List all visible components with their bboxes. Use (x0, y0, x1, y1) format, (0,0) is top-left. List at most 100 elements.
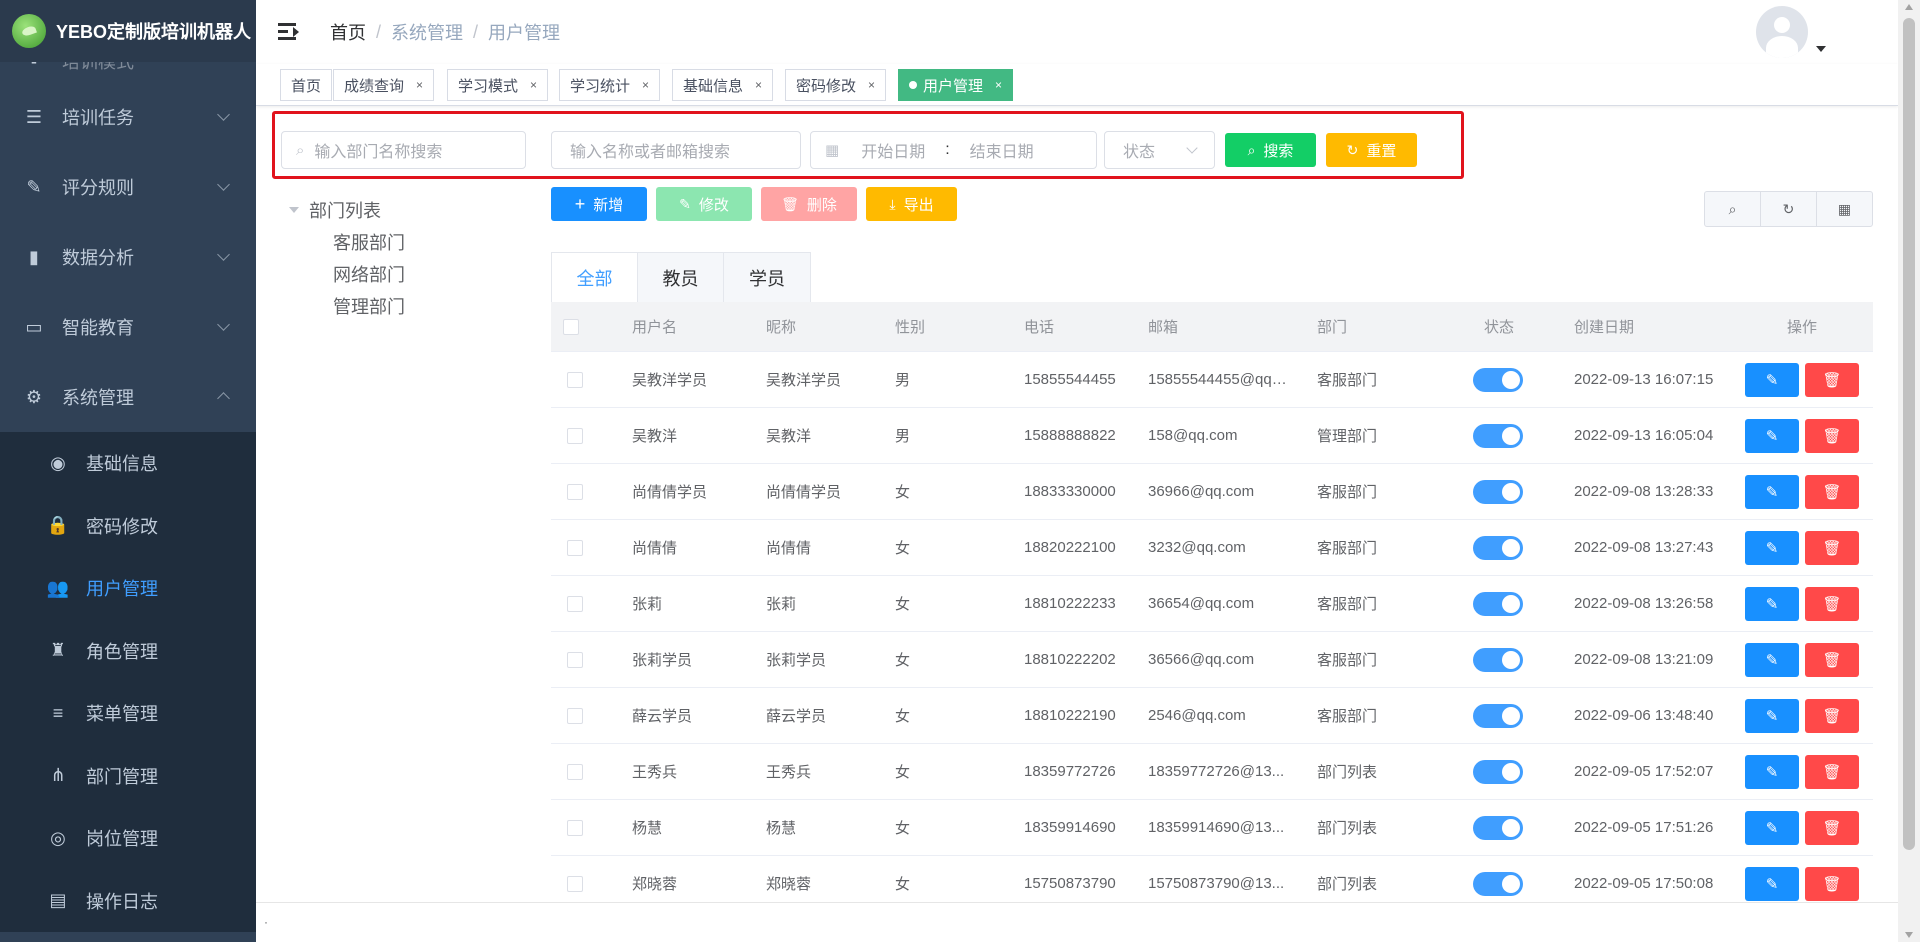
sidebar-subitem[interactable]: 👥 用户管理 (0, 557, 256, 620)
row-edit-button[interactable]: ✎ (1745, 587, 1799, 621)
table-row[interactable]: 尚倩倩 尚倩倩 女 18820222100 3232@qq.com 客服部门 2022-09… (551, 520, 1873, 576)
row-checkbox[interactable] (567, 876, 583, 892)
close-icon[interactable]: × (995, 78, 1002, 92)
table-row[interactable]: 杨慧 杨慧 女 18359914690 18359914690@13... 部门列表 202… (551, 800, 1873, 856)
row-checkbox[interactable] (567, 428, 583, 444)
close-icon[interactable]: × (642, 78, 649, 92)
close-icon[interactable]: × (530, 78, 537, 92)
date-range-picker[interactable]: ▦ 开始日期 : 结束日期 (810, 131, 1097, 169)
sidebar-subitem[interactable]: 🔒 密码修改 (0, 495, 256, 558)
dept-search-input[interactable]: ⌕ 输入部门名称搜索 (281, 131, 526, 169)
row-delete-button[interactable]: 🗑 (1805, 363, 1859, 397)
row-edit-button[interactable]: ✎ (1745, 811, 1799, 845)
row-checkbox[interactable] (567, 820, 583, 836)
row-delete-button[interactable]: 🗑 (1805, 699, 1859, 733)
avatar[interactable] (1756, 6, 1808, 58)
name-email-search-input[interactable]: 输入名称或者邮箱搜索 (551, 131, 801, 169)
close-icon[interactable]: × (416, 78, 423, 92)
close-icon[interactable]: × (755, 78, 762, 92)
status-toggle[interactable] (1473, 592, 1523, 616)
scroll-up-icon[interactable] (1905, 4, 1913, 10)
table-row[interactable]: 张莉 张莉 女 18810222233 36654@qq.com 客服部门 2022-09-… (551, 576, 1873, 632)
sidebar-subitem[interactable]: ▤ 操作日志 (0, 870, 256, 933)
row-delete-button[interactable]: 🗑 (1805, 419, 1859, 453)
export-button[interactable]: ⤓ 导出 (866, 187, 957, 221)
add-button[interactable]: + 新增 (551, 187, 647, 221)
row-checkbox[interactable] (567, 596, 583, 612)
search-toggle-icon[interactable]: ⌕ (1705, 192, 1761, 226)
tab-all[interactable]: 全部 (552, 253, 638, 302)
table-row[interactable]: 吴教洋学员 吴教洋学员 男 15855544455 15855544455@qq.com… (551, 352, 1873, 408)
search-button[interactable]: ⌕ 搜索 (1225, 133, 1316, 167)
row-checkbox[interactable] (567, 764, 583, 780)
status-toggle[interactable] (1473, 424, 1523, 448)
start-date-input[interactable]: 开始日期 (861, 138, 925, 162)
sidebar-menu-item[interactable]: ▭ 智能教育 (0, 292, 256, 362)
row-delete-button[interactable]: 🗑 (1805, 531, 1859, 565)
status-select[interactable]: 状态 (1104, 131, 1215, 169)
tree-root-node[interactable]: 部门列表 (281, 194, 526, 226)
logo[interactable]: YEBO定制版培训机器人 (0, 0, 256, 62)
tree-node[interactable]: 客服部门 (281, 226, 526, 258)
breadcrumb-home[interactable]: 首页 (330, 19, 366, 45)
status-toggle[interactable] (1473, 648, 1523, 672)
tab-teachers[interactable]: 教员 (638, 253, 724, 302)
row-checkbox[interactable] (567, 540, 583, 556)
row-checkbox[interactable] (567, 652, 583, 668)
tree-node[interactable]: 管理部门 (281, 290, 526, 322)
sidebar-menu-item[interactable]: ▮ 数据分析 (0, 222, 256, 292)
row-edit-button[interactable]: ✎ (1745, 867, 1799, 901)
row-edit-button[interactable]: ✎ (1745, 419, 1799, 453)
table-row[interactable]: 薛云学员 薛云学员 女 18810222190 2546@qq.com 客服部门 2022-… (551, 688, 1873, 744)
status-toggle[interactable] (1473, 536, 1523, 560)
tab-students[interactable]: 学员 (724, 253, 810, 302)
tag-5[interactable]: 密码修改 × (785, 69, 887, 101)
tree-node[interactable]: 网络部门 (281, 258, 526, 290)
refresh-icon[interactable]: ↻ (1761, 192, 1817, 226)
columns-grid-icon[interactable]: ▦ (1817, 192, 1872, 226)
row-delete-button[interactable]: 🗑 (1805, 587, 1859, 621)
page-scrollbar[interactable] (1898, 0, 1920, 942)
row-edit-button[interactable]: ✎ (1745, 755, 1799, 789)
end-date-input[interactable]: 结束日期 (970, 138, 1034, 162)
status-toggle[interactable] (1473, 368, 1523, 392)
row-delete-button[interactable]: 🗑 (1805, 867, 1859, 901)
table-row[interactable]: 王秀兵 王秀兵 女 18359772726 18359772726@13... 部门列表 2… (551, 744, 1873, 800)
sidebar-menu-item[interactable]: ⚙ 系统管理 (0, 362, 256, 432)
tag-3[interactable]: 学习统计 × (559, 69, 661, 101)
scroll-down-icon[interactable] (1905, 932, 1913, 938)
row-checkbox[interactable] (567, 372, 583, 388)
table-row[interactable]: 尚倩倩学员 尚倩倩学员 女 18833330000 36966@qq.com 客服部门 20… (551, 464, 1873, 520)
row-delete-button[interactable]: 🗑 (1805, 475, 1859, 509)
sidebar-menu-item[interactable]: ☰ 培训任务 (0, 82, 256, 152)
row-edit-button[interactable]: ✎ (1745, 475, 1799, 509)
row-delete-button[interactable]: 🗑 (1805, 643, 1859, 677)
user-menu[interactable] (1756, 6, 1826, 58)
sidebar-subitem[interactable]: ◎ 岗位管理 (0, 807, 256, 870)
tag-4[interactable]: 基础信息 × (672, 69, 774, 101)
status-toggle[interactable] (1473, 872, 1523, 896)
row-delete-button[interactable]: 🗑 (1805, 811, 1859, 845)
row-edit-button[interactable]: ✎ (1745, 643, 1799, 677)
hamburger-icon[interactable] (278, 22, 300, 42)
sidebar-subitem[interactable]: ♜ 角色管理 (0, 620, 256, 683)
row-edit-button[interactable]: ✎ (1745, 699, 1799, 733)
reset-button[interactable]: ↻ 重置 (1326, 133, 1417, 167)
tag-6[interactable]: 用户管理 × (898, 69, 1014, 101)
close-icon[interactable]: × (868, 78, 875, 92)
delete-button[interactable]: 🗑 删除 (761, 187, 857, 221)
sidebar-subitem[interactable]: ⋔ 部门管理 (0, 745, 256, 808)
row-delete-button[interactable]: 🗑 (1805, 755, 1859, 789)
sidebar-subitem[interactable]: ≡ 菜单管理 (0, 682, 256, 745)
tag-2[interactable]: 学习模式 × (447, 69, 549, 101)
select-all-checkbox[interactable] (563, 319, 579, 335)
table-row[interactable]: 张莉学员 张莉学员 女 18810222202 36566@qq.com 客服部门 2022… (551, 632, 1873, 688)
tag-0[interactable]: 首页 (280, 69, 333, 101)
status-toggle[interactable] (1473, 480, 1523, 504)
row-checkbox[interactable] (567, 484, 583, 500)
status-toggle[interactable] (1473, 704, 1523, 728)
status-toggle[interactable] (1473, 760, 1523, 784)
scrollbar-thumb[interactable] (1903, 18, 1915, 850)
row-edit-button[interactable]: ✎ (1745, 531, 1799, 565)
row-edit-button[interactable]: ✎ (1745, 363, 1799, 397)
